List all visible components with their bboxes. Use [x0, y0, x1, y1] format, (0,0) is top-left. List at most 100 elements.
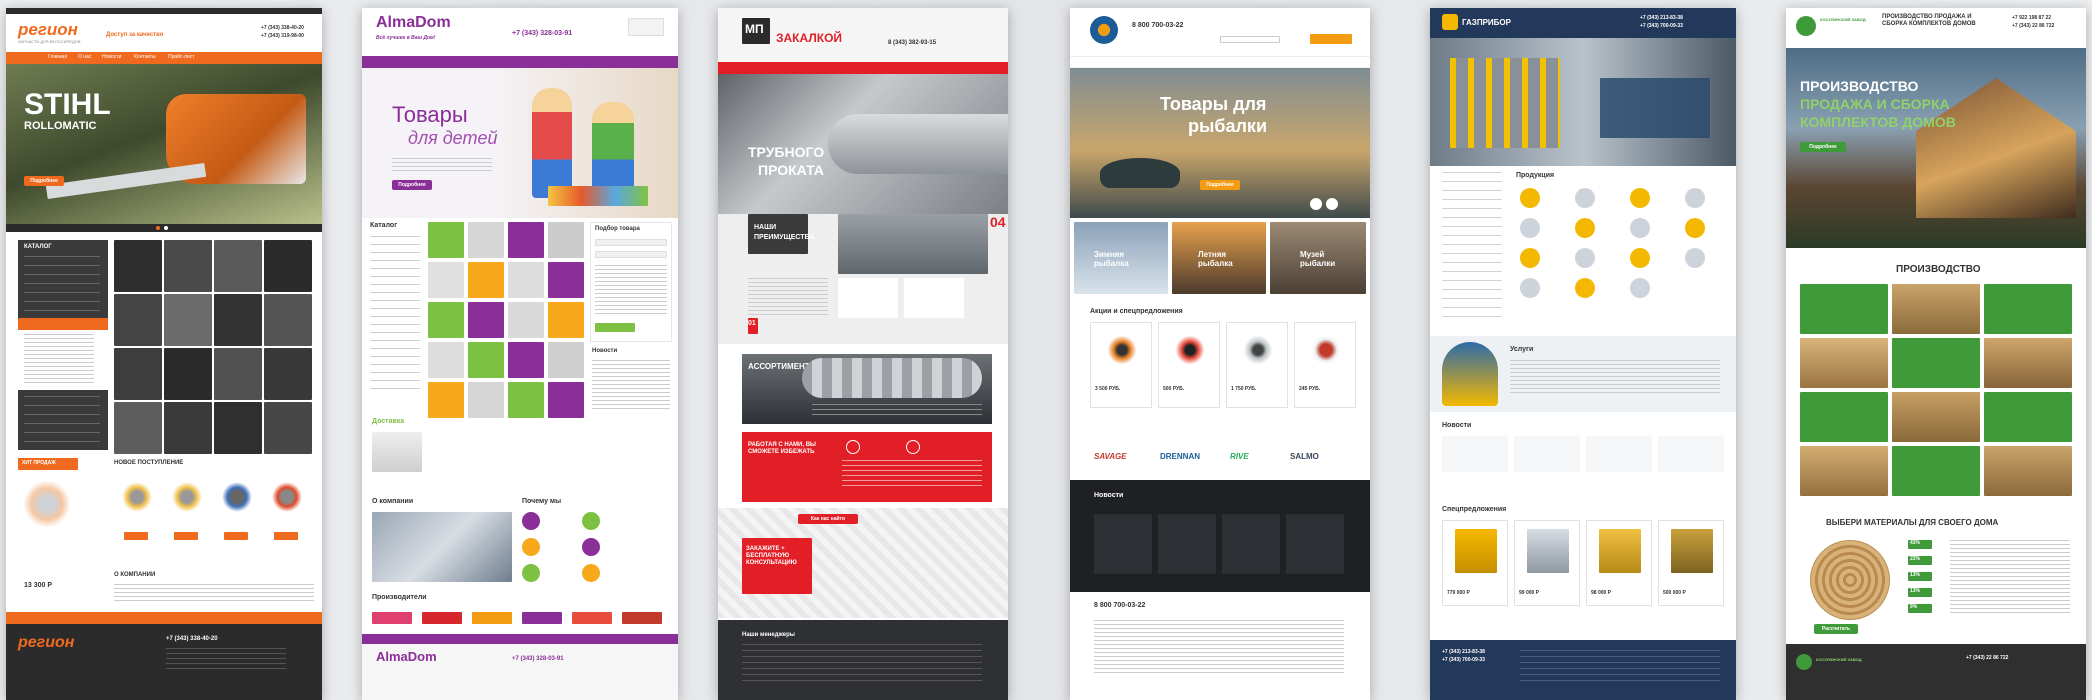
slider-next-icon[interactable]	[1326, 198, 1338, 210]
news-card[interactable]	[1222, 514, 1280, 574]
category-tile[interactable]	[114, 402, 162, 454]
nav-item[interactable]: Контакты	[134, 54, 156, 61]
calc-button[interactable]: Рассчитать	[1814, 624, 1858, 634]
production-tile[interactable]	[1984, 392, 2072, 442]
production-tile[interactable]	[1892, 338, 1980, 388]
production-tile[interactable]	[1892, 392, 1980, 442]
maker-logo[interactable]	[522, 612, 562, 624]
slider-dot[interactable]	[164, 226, 168, 230]
production-tile[interactable]	[1800, 338, 1888, 388]
nav-item[interactable]: Прайс-лист	[168, 54, 195, 61]
nav-item[interactable]: Главная	[48, 54, 67, 61]
product-icon[interactable]	[1575, 278, 1595, 298]
catalog-item-active[interactable]	[18, 318, 108, 330]
maker-logo[interactable]	[622, 612, 662, 624]
category-tile[interactable]	[548, 262, 584, 298]
site-preview-almadom[interactable]: AlmaDom Всё лучшее в Ваш Дом! +7 (343) 3…	[362, 8, 678, 700]
phone-1[interactable]: +7 (343) 338-40-20	[261, 25, 304, 32]
category-tile[interactable]	[428, 222, 464, 258]
tile-winter[interactable]: Зимняя рыбалка	[1074, 222, 1168, 294]
buy-button[interactable]	[274, 532, 298, 540]
phone[interactable]: 8 (343) 382-93-15	[888, 40, 936, 47]
filter-button[interactable]	[595, 323, 635, 332]
news-item[interactable]	[1442, 436, 1508, 472]
gaz-logo[interactable]: ГАЗПРИБОР	[1462, 18, 1511, 27]
category-tile[interactable]	[508, 302, 544, 338]
logo-mark[interactable]: МП	[742, 18, 770, 44]
footer-phone[interactable]: +7 (343) 328-03-91	[512, 656, 564, 663]
category-tile[interactable]	[114, 294, 162, 346]
product-card[interactable]: 245 РУБ.	[1294, 322, 1356, 408]
production-tile[interactable]	[1984, 338, 2072, 388]
production-tile[interactable]	[1800, 392, 1888, 442]
phone[interactable]: 8 800 700-03-22	[1132, 22, 1183, 30]
footer-nav[interactable]	[362, 634, 678, 644]
maker-logo[interactable]	[372, 612, 412, 624]
catalog-items[interactable]	[24, 396, 100, 444]
phone[interactable]: +7 (343) 328-03-91	[512, 30, 572, 38]
category-tile[interactable]	[428, 382, 464, 418]
maker-logo[interactable]	[572, 612, 612, 624]
product-card[interactable]: 1 750 РУБ.	[1226, 322, 1288, 408]
product-image[interactable]	[220, 480, 254, 514]
product-icon[interactable]	[1575, 248, 1595, 268]
product-icon[interactable]	[1630, 188, 1650, 208]
nav-item[interactable]: Новости	[102, 54, 121, 61]
hero-button[interactable]: Подробнее	[1200, 180, 1240, 190]
production-tile[interactable]	[1984, 284, 2072, 334]
buy-button[interactable]	[124, 532, 148, 540]
site-preview-fishing[interactable]: 8 800 700-03-22 Товары для рыбалки Подро…	[1070, 8, 1370, 700]
product-icon[interactable]	[1520, 218, 1540, 238]
region-logo[interactable]: регион	[18, 20, 78, 40]
main-nav[interactable]	[718, 62, 1008, 74]
category-tile[interactable]	[508, 342, 544, 378]
category-tile[interactable]	[468, 302, 504, 338]
product-card[interactable]: 3 500 РУБ.	[1090, 322, 1152, 408]
phone-1[interactable]: +7 (343) 213-83-38	[1640, 15, 1683, 22]
product-icon[interactable]	[1630, 248, 1650, 268]
phone-2[interactable]: +7 (343) 22 86 722	[2012, 23, 2054, 30]
category-tile[interactable]	[164, 402, 212, 454]
product-image[interactable]	[120, 480, 154, 514]
category-tile[interactable]	[114, 348, 162, 400]
site-preview-houses[interactable]: КОСУЛИНСКИЙ ЗАВОД ПРОИЗВОДСТВО ПРОДАЖА И…	[1786, 8, 2086, 700]
category-tile[interactable]	[214, 348, 262, 400]
tile-summer[interactable]: Летняя рыбалка	[1172, 222, 1266, 294]
cart-button[interactable]	[1310, 34, 1352, 44]
product-icon[interactable]	[1575, 218, 1595, 238]
nav-item[interactable]: О нас	[78, 54, 91, 61]
category-tile[interactable]	[164, 240, 212, 292]
product-card[interactable]: 500 000 Р	[1658, 520, 1724, 606]
category-tile[interactable]	[428, 342, 464, 378]
filter-select[interactable]	[595, 251, 667, 258]
site-preview-region[interactable]: регион ЗАПЧАСТИ ДЛЯ ВЕЛОСИПЕДОВ Доступ з…	[6, 8, 322, 700]
maker-logo[interactable]	[472, 612, 512, 624]
hero-button[interactable]: Подробнее	[24, 176, 64, 186]
product-icon[interactable]	[1685, 218, 1705, 238]
footer-nav[interactable]	[6, 612, 322, 624]
production-tile[interactable]	[1800, 284, 1888, 334]
catalog-items[interactable]	[24, 256, 100, 316]
footer-phone-2[interactable]: +7 (343) 700-09-33	[1442, 657, 1485, 664]
search-input[interactable]	[1220, 36, 1280, 43]
news-list[interactable]	[592, 360, 670, 410]
buy-button[interactable]	[224, 532, 248, 540]
footer-phone[interactable]: +7 (343) 22 86 722	[1966, 655, 2008, 662]
category-tile[interactable]	[114, 240, 162, 292]
brand-logo[interactable]: DRENNAN	[1160, 452, 1200, 461]
footer-logo[interactable]: КОСУЛИНСКИЙ ЗАВОД	[1816, 657, 1862, 663]
gaz-logo-icon[interactable]	[1442, 14, 1458, 30]
category-tile[interactable]	[214, 402, 262, 454]
house-logo[interactable]: КОСУЛИНСКИЙ ЗАВОД	[1820, 17, 1866, 23]
products-sidebar[interactable]	[1442, 172, 1502, 322]
product-card[interactable]: 500 РУБ.	[1158, 322, 1220, 408]
buy-button[interactable]	[174, 532, 198, 540]
category-tile[interactable]	[264, 240, 312, 292]
category-tile[interactable]	[468, 222, 504, 258]
news-card[interactable]	[1286, 514, 1344, 574]
category-tile[interactable]	[164, 348, 212, 400]
fishing-logo[interactable]	[1090, 16, 1118, 44]
map-button[interactable]: Как нас найти	[798, 514, 858, 524]
category-tile[interactable]	[548, 222, 584, 258]
category-tile[interactable]	[548, 342, 584, 378]
